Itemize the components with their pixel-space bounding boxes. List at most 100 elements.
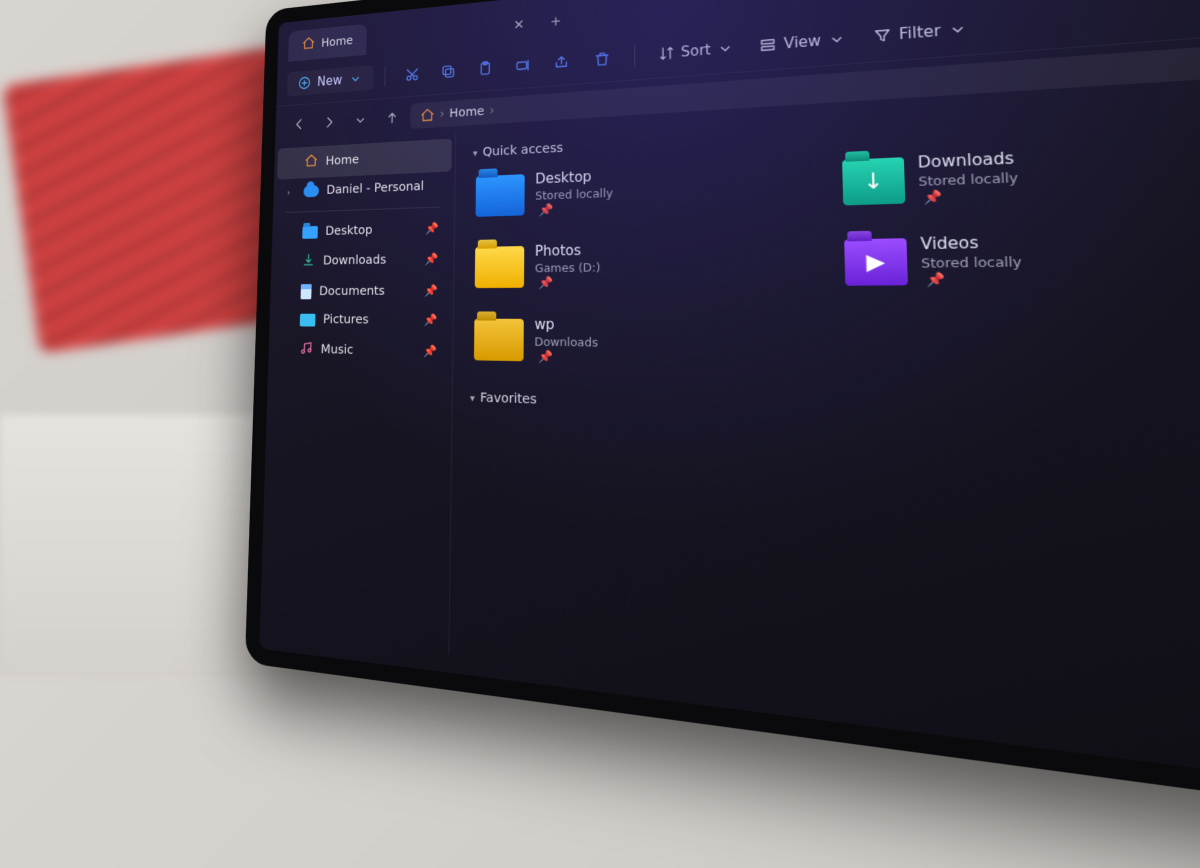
pin-icon: 📌 [425, 222, 439, 235]
filter-icon [872, 26, 892, 45]
filter-label: Filter [899, 22, 941, 43]
folder-icon [476, 174, 525, 217]
item-title: Photos [535, 242, 600, 260]
delete-button[interactable] [584, 41, 621, 76]
item-subtitle: Games (D:) [535, 260, 601, 275]
clipboard-icon [477, 59, 493, 77]
sidebar-item-desktop[interactable]: Desktop 📌 [275, 214, 451, 246]
sidebar-item-label: Downloads [323, 253, 386, 268]
new-tab-button[interactable]: + [541, 5, 571, 38]
chevron-down-icon [827, 30, 847, 49]
chevron-right-icon: › [287, 187, 296, 198]
pictures-icon [300, 313, 316, 326]
chevron-down-icon: ▾ [470, 392, 475, 404]
forward-button[interactable] [316, 107, 343, 137]
sort-button[interactable]: Sort [648, 33, 745, 69]
sidebar: Home › Daniel - Personal Desktop 📌 [260, 133, 456, 654]
folder-icon [302, 226, 318, 239]
folder-icon [474, 319, 524, 362]
copy-icon [440, 62, 456, 79]
home-icon [304, 153, 318, 172]
up-button[interactable] [378, 102, 406, 132]
trash-icon [594, 49, 612, 67]
filter-button[interactable]: Filter [861, 13, 980, 52]
pin-icon: 📌 [923, 188, 1019, 207]
pin-icon: 📌 [539, 202, 613, 218]
folder-item-downloads[interactable]: ↓ Downloads Stored locally 📌 [838, 138, 1176, 213]
breadcrumb-segment: Home [449, 104, 484, 120]
tab-label: Home [321, 34, 353, 50]
chevron-down-icon [717, 39, 735, 57]
rename-icon [515, 56, 532, 74]
item-subtitle: Stored locally [535, 186, 613, 203]
folder-icon [475, 246, 525, 288]
pin-icon: 📌 [538, 350, 598, 365]
sort-label: Sort [681, 41, 711, 60]
sidebar-item-label: Home [326, 153, 360, 168]
share-button[interactable] [544, 44, 580, 79]
new-button-label: New [317, 73, 342, 90]
document-icon [301, 284, 312, 299]
item-title: wp [535, 316, 598, 333]
item-subtitle: Stored locally [918, 170, 1018, 189]
section-label: Quick access [483, 141, 563, 159]
sidebar-item-pictures[interactable]: Pictures 📌 [272, 306, 449, 335]
home-icon [420, 107, 435, 123]
sidebar-item-documents[interactable]: Documents 📌 [273, 276, 450, 306]
chevron-down-icon [947, 20, 968, 40]
pin-icon: 📌 [538, 276, 600, 290]
section-label: Favorites [480, 391, 537, 408]
back-button[interactable] [286, 109, 312, 138]
tab-home[interactable]: Home [288, 24, 367, 62]
folder-item-photos[interactable]: Photos Games (D:) 📌 [471, 235, 735, 294]
folder-item-videos[interactable]: ▶ Videos Stored locally 📌 [840, 225, 1181, 293]
section-favorites[interactable]: ▾ Favorites [470, 390, 1200, 441]
pin-icon: 📌 [424, 314, 438, 327]
home-icon [302, 35, 316, 54]
pin-icon: 📌 [425, 253, 439, 266]
folder-icon: ↓ [842, 157, 905, 205]
view-button[interactable]: View [749, 23, 858, 60]
sidebar-item-label: Documents [319, 284, 385, 298]
pin-icon: 📌 [423, 345, 437, 359]
music-icon [299, 340, 313, 359]
download-glyph: ↓ [863, 169, 884, 195]
plus-icon: + [550, 13, 561, 30]
share-icon [554, 53, 571, 71]
item-subtitle: Stored locally [921, 254, 1022, 271]
breadcrumb-sep: › [489, 104, 494, 118]
item-title: Videos [920, 233, 1021, 254]
sort-icon [658, 44, 675, 62]
paste-button[interactable] [468, 51, 502, 85]
play-glyph: ▶ [866, 249, 886, 275]
rename-button[interactable] [506, 48, 541, 82]
download-icon [301, 252, 315, 271]
sidebar-item-downloads[interactable]: Downloads 📌 [274, 242, 451, 277]
new-button[interactable]: New [287, 65, 374, 97]
folder-icon: ▶ [844, 238, 908, 286]
cut-button[interactable] [396, 58, 429, 91]
chevron-down-icon: ▾ [473, 147, 478, 159]
sidebar-item-music[interactable]: Music 📌 [271, 333, 449, 369]
arrow-up-icon [384, 109, 400, 126]
breadcrumb-sep: › [440, 107, 445, 121]
folder-item-wp[interactable]: wp Downloads 📌 [470, 312, 736, 372]
copy-button[interactable] [432, 54, 466, 87]
sidebar-item-label: Desktop [325, 223, 372, 238]
sidebar-item-label: Pictures [323, 313, 369, 327]
chevron-down-icon [348, 71, 362, 87]
pin-icon: 📌 [424, 284, 438, 297]
item-title: Downloads [917, 149, 1017, 172]
arrow-left-icon [291, 116, 306, 132]
recent-button[interactable] [346, 105, 373, 135]
close-icon: ✕ [513, 16, 524, 33]
sidebar-item-label: Daniel - Personal [326, 180, 424, 198]
chevron-down-icon [352, 111, 367, 128]
item-title: Desktop [535, 167, 613, 187]
pin-icon: 📌 [926, 272, 1023, 288]
file-explorer-window: Home ✕ + New Sort View [245, 0, 1200, 849]
folder-item-desktop[interactable]: Desktop Stored locally 📌 [472, 158, 734, 223]
sidebar-item-label: Music [321, 343, 354, 357]
plus-circle-icon [298, 75, 312, 91]
tab-close-button[interactable]: ✕ [504, 9, 534, 41]
